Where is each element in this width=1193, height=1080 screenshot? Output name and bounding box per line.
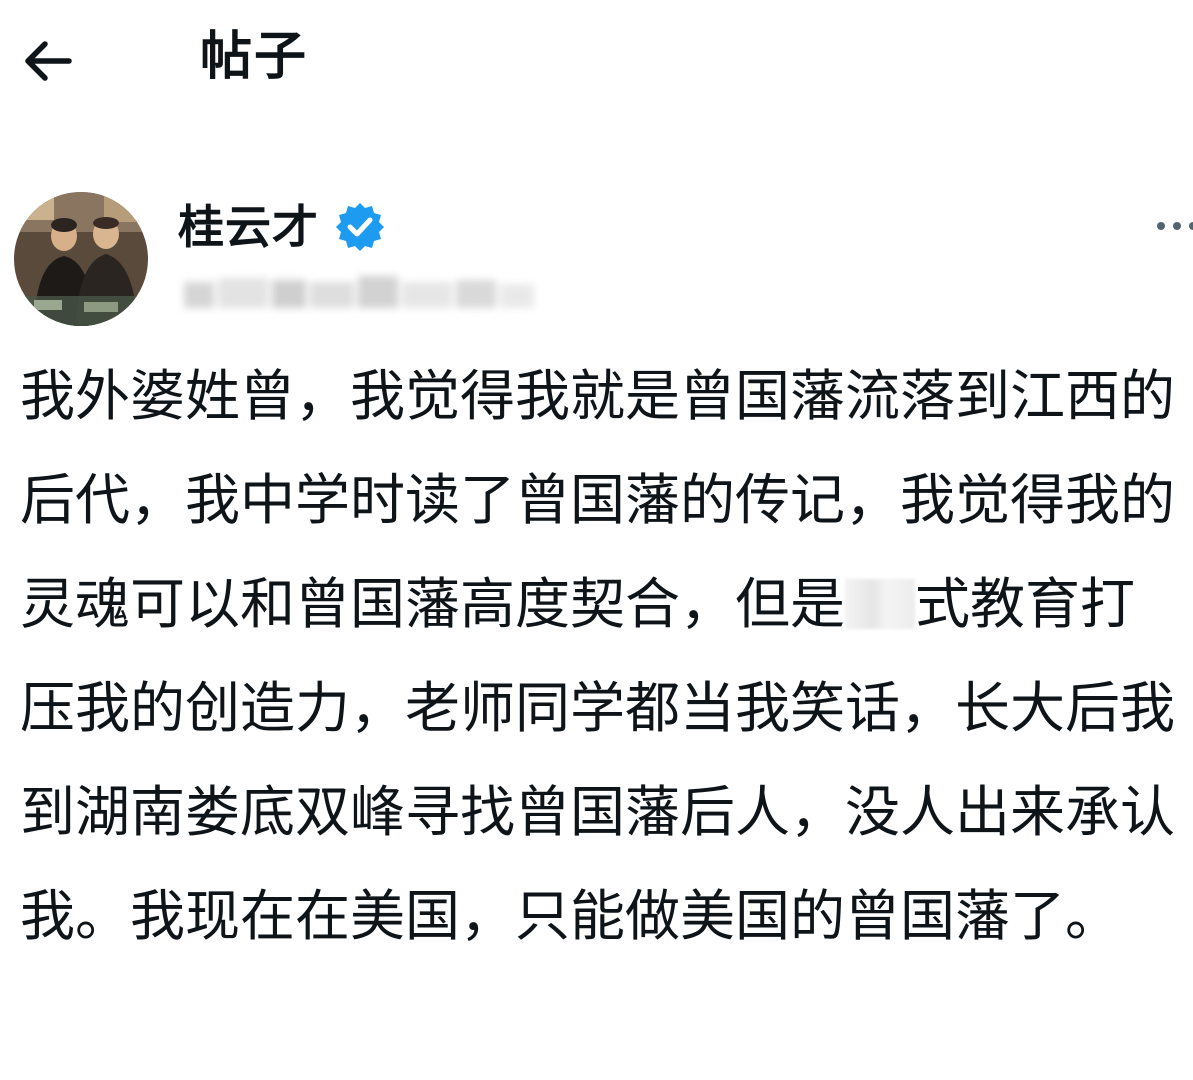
avatar[interactable]: [14, 192, 148, 326]
author-handle-redacted: [184, 276, 534, 308]
more-horizontal-icon: [1157, 222, 1193, 230]
redacted-word: [845, 579, 916, 629]
author-name: 桂云才: [178, 200, 319, 254]
verified-badge-icon: [336, 203, 384, 251]
post-author-row: 桂云才: [0, 184, 1193, 334]
page-title: 帖子: [200, 27, 309, 87]
more-options-button[interactable]: [1153, 206, 1193, 246]
back-button[interactable]: [14, 28, 80, 94]
post-text: 我外婆姓曾，我觉得我就是曾国藩流落到江西的后代，我中学时读了曾国藩的传记，我觉得…: [20, 344, 1185, 968]
arrow-left-icon: [25, 41, 72, 81]
top-bar: 帖子: [0, 0, 1193, 120]
author-name-link[interactable]: 桂云才: [178, 192, 387, 262]
avatar-photo: [14, 192, 148, 326]
